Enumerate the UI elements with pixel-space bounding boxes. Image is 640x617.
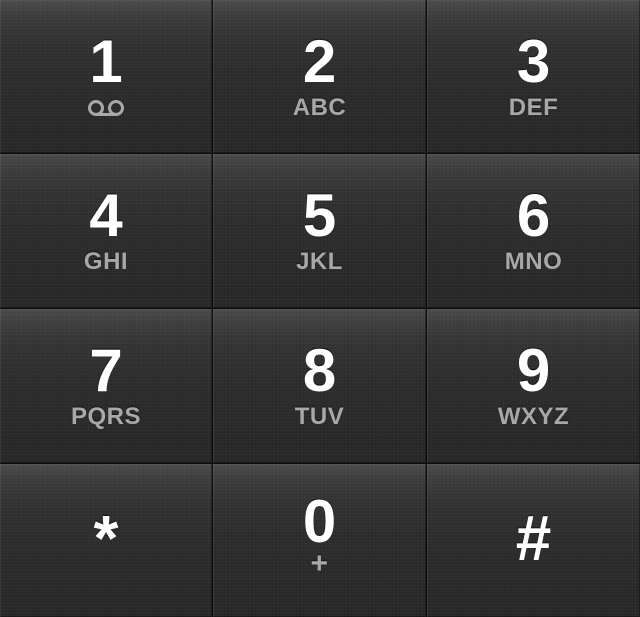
key-digit: 2 — [302, 28, 337, 95]
key-9[interactable]: 9 WXYZ — [427, 309, 640, 464]
key-digit: 4 — [89, 182, 123, 249]
key-digit: 3 — [516, 28, 551, 95]
key-2[interactable]: 2 ABC — [213, 0, 427, 154]
key-letters: GHI — [83, 248, 129, 275]
key-letters: DEF — [508, 94, 559, 121]
key-3[interactable]: 3 DEF — [427, 0, 640, 154]
key-7[interactable]: 7 PQRS — [0, 309, 213, 464]
key-5[interactable]: 5 JKL — [213, 154, 427, 309]
key-1[interactable]: 1 — [0, 0, 213, 154]
key-digit: 5 — [302, 182, 337, 249]
key-hash[interactable]: # — [427, 464, 640, 617]
key-digit: 6 — [516, 182, 551, 249]
voicemail-icon — [86, 96, 126, 120]
key-letters: ABC — [292, 94, 347, 121]
key-letters: TUV — [294, 403, 345, 430]
key-letters: + — [310, 547, 329, 580]
key-letters: MNO — [504, 248, 563, 275]
key-digit: * — [93, 502, 119, 574]
key-8[interactable]: 8 TUV — [213, 309, 427, 464]
key-digit: 1 — [89, 28, 123, 95]
key-digit: 9 — [516, 337, 551, 404]
key-6[interactable]: 6 MNO — [427, 154, 640, 309]
key-0[interactable]: 0 + — [213, 464, 427, 617]
key-4[interactable]: 4 GHI — [0, 154, 213, 309]
dialer-keypad: 1 2 ABC 3 DEF 4 GHI 5 JKL 6 MNO 7 PQRS 8… — [0, 0, 640, 617]
key-digit: 7 — [89, 337, 123, 404]
key-letters: PQRS — [70, 403, 141, 430]
key-digit: # — [515, 502, 552, 574]
key-digit: 0 — [302, 488, 337, 555]
key-letters: JKL — [296, 248, 343, 275]
key-digit: 8 — [302, 337, 337, 404]
key-star[interactable]: * — [0, 464, 213, 617]
key-letters: WXYZ — [497, 403, 570, 430]
